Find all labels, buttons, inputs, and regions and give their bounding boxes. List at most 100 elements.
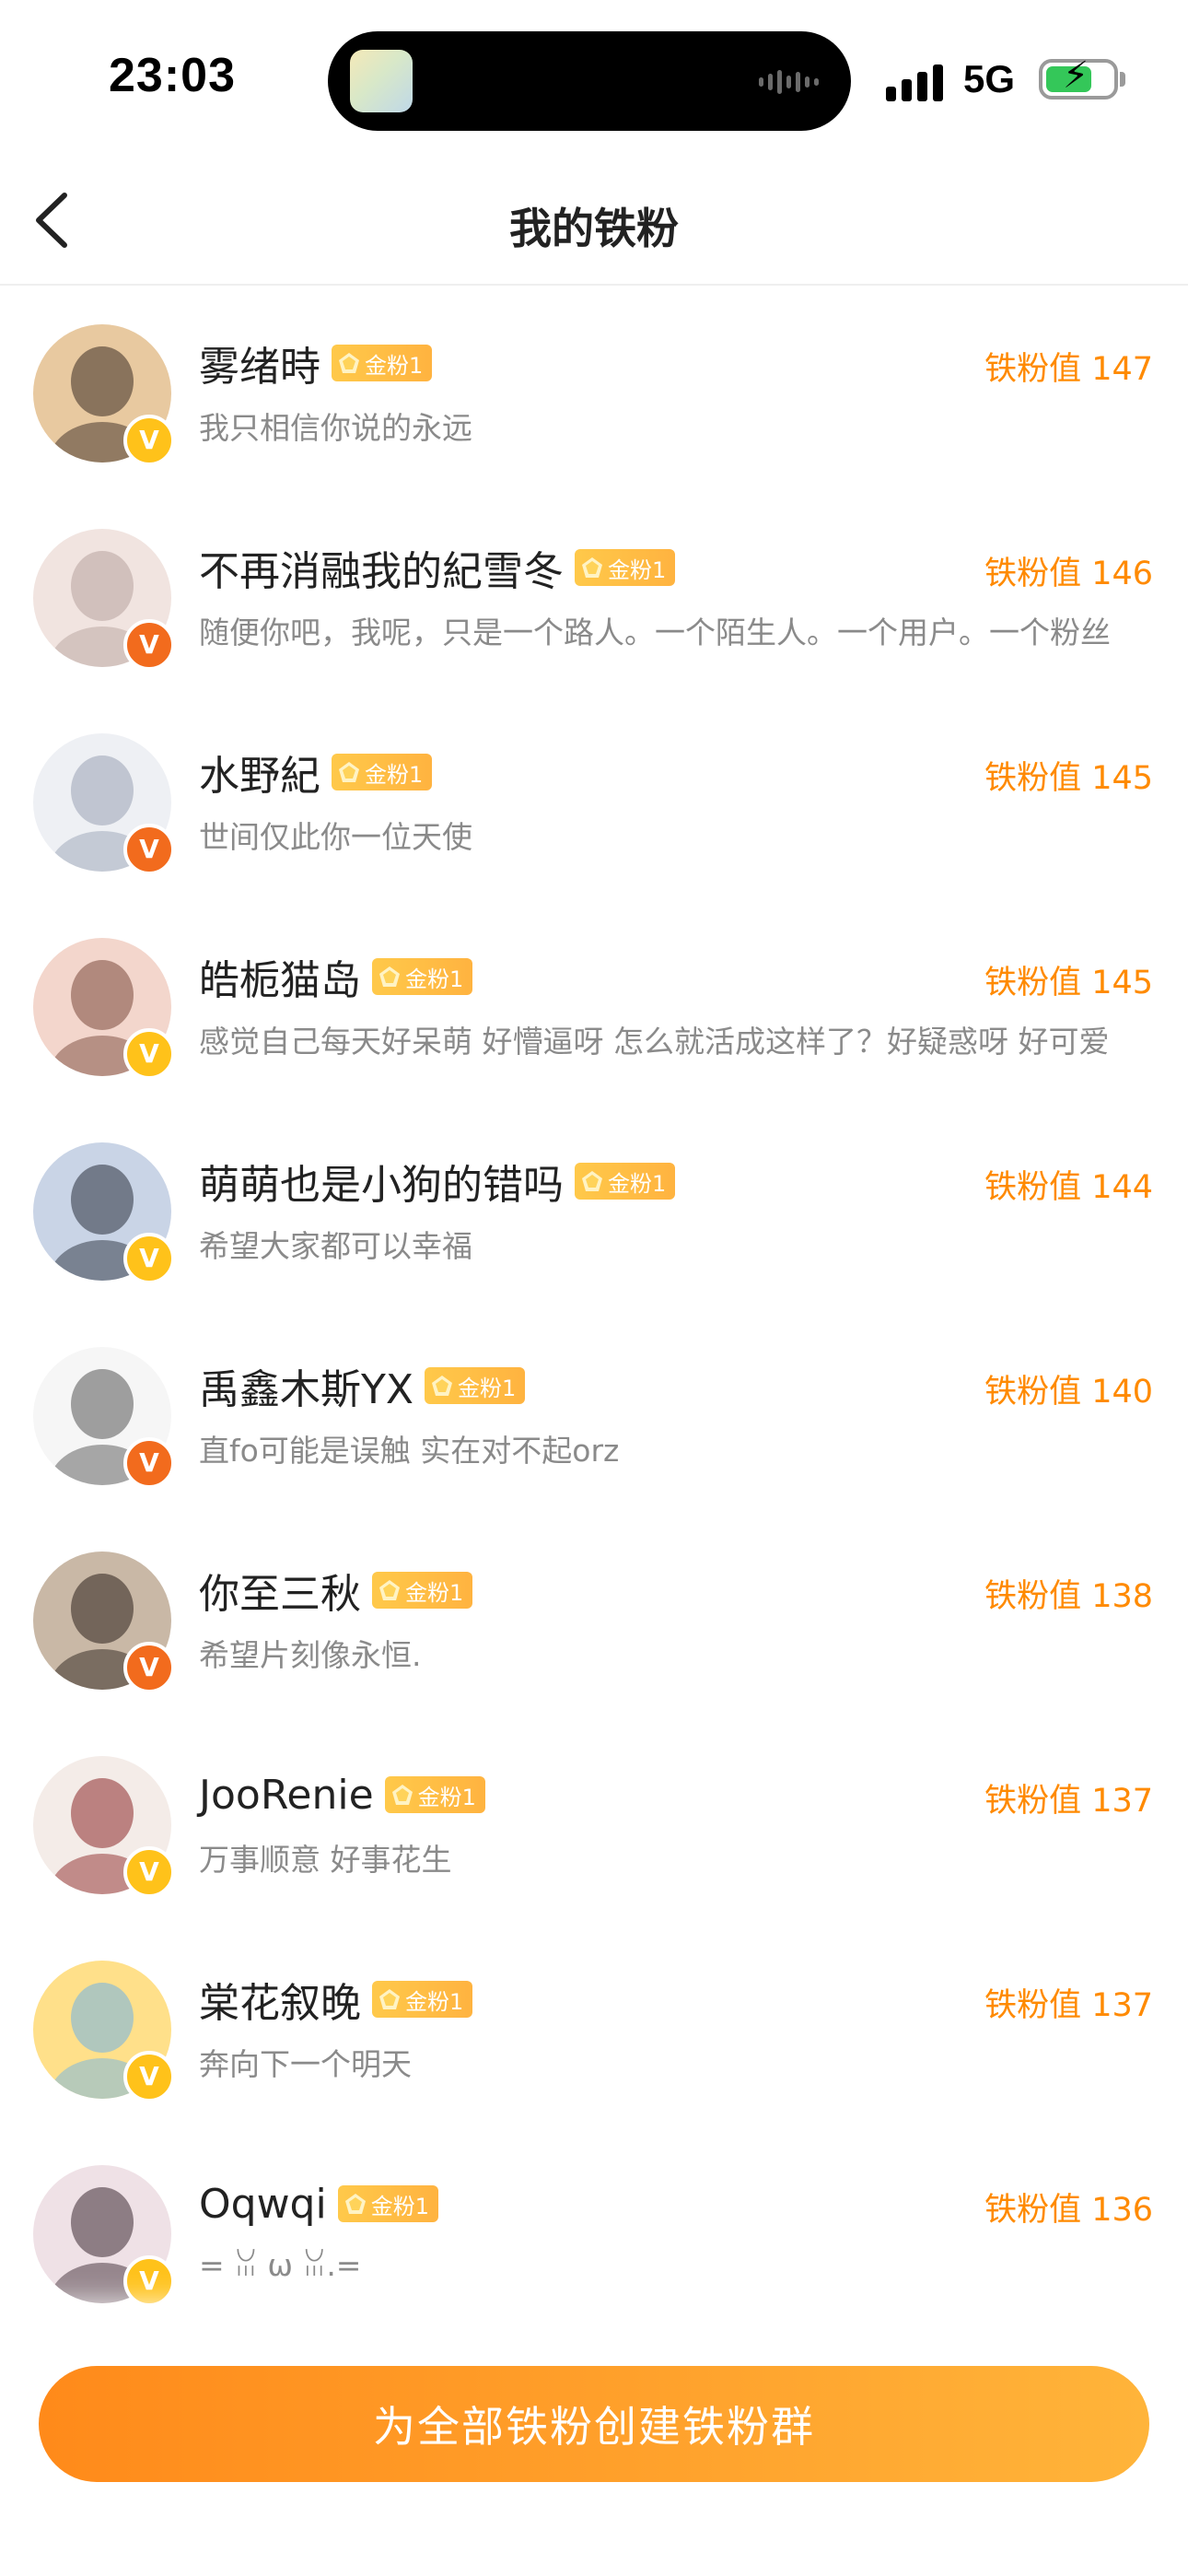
fan-name[interactable]: 禹鑫木斯YX [199, 1356, 413, 1415]
fan-bio: 世间仅此你一位天使 [199, 819, 472, 855]
fan-list: V 雾绪時 金粉1 铁粉值 147 我只相信你说的永远 V 不再消融我的紀雪冬 金粉1 铁粉值 … [0, 286, 1188, 2331]
fan-row[interactable]: V 水野紀 金粉1 铁粉值 145 世间仅此你一位天使 [0, 695, 1188, 899]
gold-fan-badge: 金粉1 [337, 2185, 438, 2222]
fan-score: 铁粉值 137 [984, 1987, 1153, 2024]
fan-bio: 奔向下一个明天 [199, 2046, 412, 2082]
gold-fan-badge: 金粉1 [425, 1367, 526, 1404]
badge-label: 金粉1 [365, 352, 424, 379]
fan-name[interactable]: JooRenie [199, 1772, 374, 1819]
fan-name[interactable]: 不再消融我的紀雪冬 [199, 538, 564, 597]
name-line: 禹鑫木斯YX 金粉1 [199, 1356, 526, 1415]
fan-score: 铁粉值 146 [984, 556, 1153, 592]
gold-fan-badge: 金粉1 [372, 1981, 473, 2018]
badge-label: 金粉1 [365, 761, 424, 788]
verified-v-icon: V [123, 1437, 175, 1489]
gold-fan-badge: 金粉1 [372, 958, 473, 995]
name-line: 你至三秋 金粉1 [199, 1561, 473, 1620]
verified-v-icon: V [123, 1233, 175, 1284]
fan-row[interactable]: V 萌萌也是小狗的错吗 金粉1 铁粉值 144 希望大家都可以幸福 [0, 1104, 1188, 1308]
name-line: 萌萌也是小狗的错吗 金粉1 [199, 1152, 676, 1211]
badge-label: 金粉1 [405, 1579, 464, 1606]
name-line: 棠花叙晚 金粉1 [199, 1970, 473, 2029]
home-indicator [0, 2543, 1188, 2576]
fan-row[interactable]: V 雾绪時 金粉1 铁粉值 147 我只相信你说的永远 [0, 286, 1188, 490]
badge-label: 金粉1 [608, 1170, 667, 1197]
page-title: 我的铁粉 [509, 204, 679, 253]
fan-row[interactable]: V 不再消融我的紀雪冬 金粉1 铁粉值 146 随便你吧，我呢，只是一个路人。一个陌生人… [0, 490, 1188, 695]
fan-score: 铁粉值 147 [984, 351, 1153, 388]
fan-score: 铁粉值 137 [984, 1783, 1153, 1820]
gold-fan-badge: 金粉1 [332, 754, 433, 790]
fan-score: 铁粉值 144 [984, 1169, 1153, 1206]
gem-icon [432, 1376, 453, 1396]
fan-row[interactable]: V JooRenie 金粉1 铁粉值 137 万事顺意 好事花生 [0, 1717, 1188, 1922]
verified-v-icon: V [123, 619, 175, 671]
cellular-signal-icon [886, 63, 943, 101]
verified-v-icon: V [123, 1642, 175, 1693]
fan-name[interactable]: Oqwqi [199, 2181, 327, 2228]
create-fan-group-button[interactable]: 为全部铁粉创建铁粉群 [39, 2366, 1149, 2482]
badge-label: 金粉1 [608, 556, 667, 583]
gem-icon [379, 1989, 400, 2009]
gold-fan-badge: 金粉1 [575, 1163, 676, 1200]
name-line: 不再消融我的紀雪冬 金粉1 [199, 538, 676, 597]
gem-icon [582, 1171, 602, 1191]
badge-label: 金粉1 [370, 2193, 429, 2219]
name-line: 皓栀猫岛 金粉1 [199, 947, 473, 1006]
name-line: 雾绪時 金粉1 [199, 334, 433, 392]
now-playing-thumbnail [350, 50, 413, 112]
verified-v-icon: V [123, 415, 175, 466]
fan-name[interactable]: 棠花叙晚 [199, 1970, 361, 2029]
badge-label: 金粉1 [417, 1784, 476, 1810]
fan-bio: 希望片刻像永恒. [199, 1637, 422, 1673]
fan-score: 铁粉值 145 [984, 760, 1153, 797]
verified-v-icon: V [123, 2255, 175, 2307]
gem-icon [339, 762, 359, 782]
fan-bio: 直fo可能是误触 实在对不起orz [199, 1433, 620, 1469]
name-line: 水野紀 金粉1 [199, 743, 433, 802]
fan-name[interactable]: 雾绪時 [199, 334, 320, 392]
gold-fan-badge: 金粉1 [372, 1572, 473, 1609]
fan-bio: 随便你吧，我呢，只是一个路人。一个陌生人。一个用户。一个粉丝 [199, 615, 1111, 650]
fan-score: 铁粉值 138 [984, 1578, 1153, 1615]
status-bar: 23:03 5G ⚡ [0, 0, 1188, 157]
fan-bio: 我只相信你说的永远 [199, 410, 472, 446]
gem-icon [391, 1785, 413, 1805]
name-line: JooRenie 金粉1 [199, 1767, 485, 1822]
gold-fan-badge: 金粉1 [575, 549, 676, 586]
fan-score: 铁粉值 140 [984, 1374, 1153, 1411]
fan-score: 铁粉值 145 [984, 965, 1153, 1001]
badge-label: 金粉1 [458, 1375, 517, 1401]
gem-icon [582, 557, 602, 578]
fan-row[interactable]: V 你至三秋 金粉1 铁粉值 138 希望片刻像永恒. [0, 1513, 1188, 1717]
fan-row[interactable]: V Oqwqi 金粉1 铁粉值 136 = ꈍ ω ꈍ.= [0, 2126, 1188, 2331]
battery-cap [1120, 72, 1125, 87]
status-time: 23:03 [109, 49, 236, 102]
fan-name[interactable]: 你至三秋 [199, 1561, 361, 1620]
fan-row[interactable]: V 禹鑫木斯YX 金粉1 铁粉值 140 直fo可能是误触 实在对不起orz [0, 1308, 1188, 1513]
gold-fan-badge: 金粉1 [332, 345, 433, 381]
gem-icon [339, 353, 359, 373]
nav-bar: 我的铁粉 [0, 157, 1188, 286]
fan-bio: = ꈍ ω ꈍ.= [199, 2247, 362, 2283]
verified-v-icon: V [123, 1846, 175, 1898]
fan-name[interactable]: 萌萌也是小狗的错吗 [199, 1152, 564, 1211]
gem-icon [379, 966, 400, 987]
gem-icon [379, 1580, 400, 1600]
fan-score: 铁粉值 136 [984, 2192, 1153, 2229]
verified-v-icon: V [123, 1028, 175, 1080]
verified-v-icon: V [123, 824, 175, 875]
battery-icon: ⚡ [1039, 54, 1118, 100]
gold-fan-badge: 金粉1 [384, 1776, 485, 1813]
dynamic-island [328, 31, 851, 131]
gem-icon [344, 2194, 366, 2214]
fan-name[interactable]: 皓栀猫岛 [199, 947, 361, 1006]
verified-v-icon: V [123, 2051, 175, 2102]
badge-label: 金粉1 [405, 1988, 464, 2015]
network-type: 5G [963, 57, 1016, 100]
charging-bolt-icon: ⚡ [1063, 54, 1089, 97]
fan-row[interactable]: V 皓栀猫岛 金粉1 铁粉值 145 感觉自己每天好呆萌 好懵逼呀 怎么就活成这样了？好… [0, 899, 1188, 1104]
fan-bio: 感觉自己每天好呆萌 好懵逼呀 怎么就活成这样了？好疑惑呀 好可爱 [199, 1024, 1110, 1060]
fan-row[interactable]: V 棠花叙晚 金粉1 铁粉值 137 奔向下一个明天 [0, 1922, 1188, 2126]
fan-name[interactable]: 水野紀 [199, 743, 320, 802]
